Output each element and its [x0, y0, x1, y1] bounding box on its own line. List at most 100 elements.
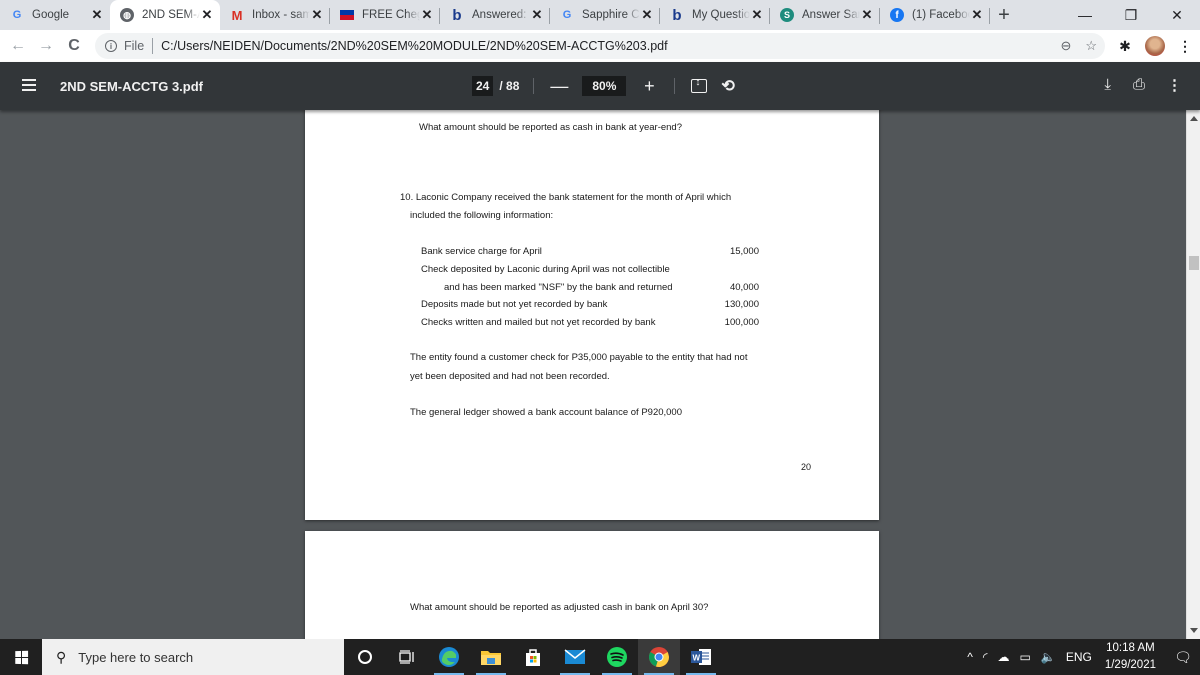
browser-toolbar: ← → C i File C:/Users/NEIDEN/Documents/2…	[0, 30, 1200, 62]
answer-icon: S	[780, 8, 794, 22]
spotify-icon	[607, 647, 627, 667]
pdf-title: 2ND SEM-ACCTG 3.pdf	[60, 79, 203, 94]
restore-button[interactable]: ❐	[1108, 0, 1154, 30]
close-tab-icon[interactable]: ✕	[310, 7, 324, 23]
zoom-level-input[interactable]: 80%	[582, 76, 627, 96]
google-icon: G	[562, 9, 572, 21]
browser-menu-icon[interactable]: ⋮	[1170, 38, 1200, 55]
tab-title: 2ND SEM-ACCTG 3.pdf	[142, 9, 200, 21]
item-label: Bank service charge for April	[421, 246, 542, 257]
edge-icon	[439, 647, 459, 667]
divider	[674, 78, 676, 94]
wifi-icon[interactable]: ◜	[983, 650, 988, 664]
tab-answered[interactable]: b Answered: R ✕	[440, 0, 550, 30]
close-tab-icon[interactable]: ✕	[200, 7, 214, 23]
tab-pdf-active[interactable]: ◍ 2ND SEM-ACCTG 3.pdf ✕	[110, 0, 220, 30]
item-label: Checks written and mailed but not yet re…	[421, 317, 656, 328]
problem-statement-line: 10. Laconic Company received the bank st…	[400, 192, 732, 203]
tab-title: FREE Chegg	[362, 9, 420, 21]
taskbar-mail[interactable]	[554, 639, 596, 675]
fit-to-page-icon[interactable]	[691, 77, 708, 93]
scroll-up-arrow-icon[interactable]	[1190, 116, 1198, 121]
volume-icon[interactable]: 🔈	[1041, 650, 1056, 664]
tab-title: Sapphire Co	[582, 9, 640, 21]
tab-title: My Questio	[692, 9, 750, 21]
previous-question: What amount should be reported as cash i…	[419, 122, 682, 133]
pdf-toolbar: 2ND SEM-ACCTG 3.pdf 24 / 88 — 80% + ⟲ ⤓ …	[0, 62, 1200, 110]
taskbar-edge[interactable]	[428, 639, 470, 675]
back-button[interactable]: ←	[6, 34, 30, 58]
tab-title: (1) Faceboo	[912, 9, 970, 21]
clock[interactable]: 10:18 AM 1/29/2021	[1105, 640, 1156, 674]
rotate-icon[interactable]: ⟲	[721, 76, 734, 96]
taskbar-word[interactable]: W	[680, 639, 722, 675]
menu-hamburger-icon[interactable]	[22, 79, 36, 91]
close-tab-icon[interactable]: ✕	[530, 7, 544, 23]
scheme-label: File	[124, 39, 145, 53]
taskbar-file-explorer[interactable]	[470, 639, 512, 675]
pdf-viewport[interactable]: What amount should be reported as cash i…	[0, 110, 1186, 639]
close-window-button[interactable]: ✕	[1154, 0, 1200, 30]
start-button[interactable]	[0, 639, 42, 675]
tab-google[interactable]: G Google ✕	[0, 0, 110, 30]
language-indicator[interactable]: ENG	[1066, 650, 1092, 664]
minimize-button[interactable]: —	[1062, 0, 1108, 30]
search-icon: ⚲	[56, 648, 67, 665]
cortana-button[interactable]	[344, 639, 386, 675]
windows-logo-icon	[14, 650, 28, 664]
taskbar-microsoft-store[interactable]	[512, 639, 554, 675]
url-text[interactable]: C:/Users/NEIDEN/Documents/2ND%20SEM%20MO…	[161, 39, 667, 53]
close-tab-icon[interactable]: ✕	[640, 7, 654, 23]
tab-sapphire[interactable]: G Sapphire Co ✕	[550, 0, 660, 30]
taskbar-chrome[interactable]	[638, 639, 680, 675]
item-amount: 130,000	[724, 299, 759, 310]
search-placeholder: Type here to search	[78, 649, 194, 665]
address-bar[interactable]: i File C:/Users/NEIDEN/Documents/2ND%20S…	[95, 33, 1105, 59]
action-center-icon[interactable]: 🗨	[1166, 649, 1200, 666]
info-icon[interactable]: i	[105, 40, 117, 52]
onedrive-cloud-icon[interactable]: ☁	[998, 650, 1010, 664]
close-tab-icon[interactable]: ✕	[970, 7, 984, 23]
tab-my-questions[interactable]: b My Questio ✕	[660, 0, 770, 30]
svg-text:W: W	[693, 654, 701, 663]
close-tab-icon[interactable]: ✕	[750, 7, 764, 23]
download-icon[interactable]: ⤓	[1104, 76, 1111, 94]
tab-facebook[interactable]: f (1) Faceboo ✕	[880, 0, 990, 30]
page-number-input[interactable]: 24	[472, 76, 494, 96]
reload-button[interactable]: C	[62, 34, 86, 58]
scroll-down-arrow-icon[interactable]	[1190, 628, 1198, 633]
taskbar-search-box[interactable]: ⚲ Type here to search	[42, 639, 344, 675]
scrollbar-thumb[interactable]	[1189, 256, 1199, 270]
tab-chegg[interactable]: FREE Chegg ✕	[330, 0, 440, 30]
extensions-icon[interactable]: ✱	[1110, 38, 1140, 55]
taskbar-spotify[interactable]	[596, 639, 638, 675]
pdf-page: What amount should be reported as cash i…	[305, 110, 879, 520]
tab-answer-san[interactable]: S Answer San ✕	[770, 0, 880, 30]
item-amount: 40,000	[729, 282, 759, 293]
bookmark-star-icon[interactable]: ☆	[1085, 38, 1097, 54]
bartleby-icon: b	[672, 6, 682, 24]
clock-date: 1/29/2021	[1104, 659, 1156, 671]
new-tab-button[interactable]: +	[990, 0, 1018, 30]
close-tab-icon[interactable]: ✕	[90, 7, 104, 23]
print-icon[interactable]: ⎙	[1133, 76, 1145, 94]
vertical-scrollbar[interactable]	[1186, 110, 1200, 639]
battery-icon[interactable]: ▭	[1020, 650, 1031, 664]
zoom-in-button[interactable]: +	[638, 76, 660, 97]
forward-button[interactable]: →	[34, 34, 58, 58]
google-icon: G	[12, 9, 22, 21]
facebook-icon: f	[890, 8, 904, 22]
store-icon	[526, 649, 540, 666]
close-tab-icon[interactable]: ✕	[860, 7, 874, 23]
show-hidden-icons-chevron[interactable]: ^	[967, 650, 973, 664]
close-tab-icon[interactable]: ✕	[420, 7, 434, 23]
zoom-out-button[interactable]: —	[548, 76, 570, 97]
tab-title: Answered: R	[472, 9, 530, 21]
window-controls: — ❐ ✕	[1062, 0, 1200, 30]
tab-gmail[interactable]: M Inbox - sam ✕	[220, 0, 330, 30]
mail-icon	[564, 649, 586, 664]
profile-avatar[interactable]	[1145, 36, 1165, 56]
task-view-button[interactable]	[386, 639, 428, 675]
zoom-icon[interactable]: ⊖	[1060, 38, 1071, 54]
more-options-icon[interactable]: ⋮	[1167, 76, 1182, 94]
